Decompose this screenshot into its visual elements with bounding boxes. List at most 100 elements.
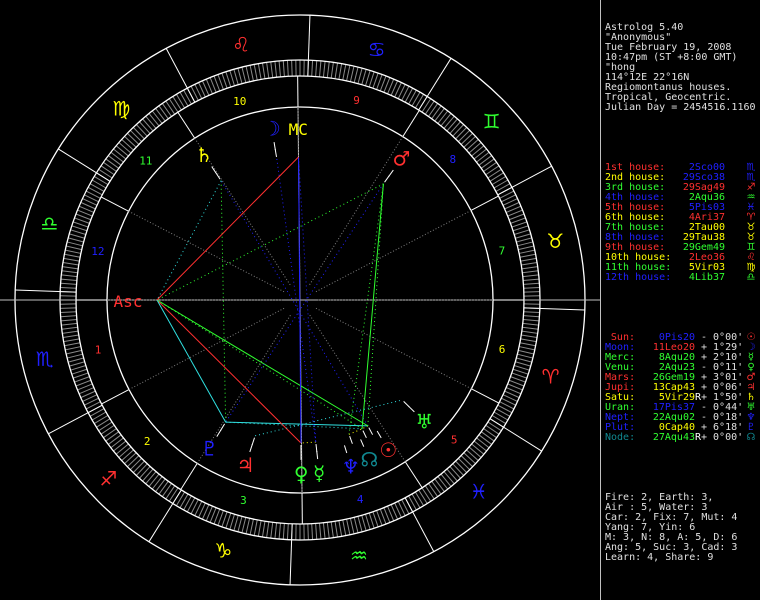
degree-tick	[511, 221, 528, 228]
aspect-line	[348, 183, 384, 435]
degree-tick	[349, 518, 355, 534]
aspect-line	[255, 399, 403, 437]
degree-tick	[349, 66, 355, 82]
degree-tick	[522, 322, 539, 326]
aspect-line	[225, 421, 368, 427]
sign-boundary	[497, 165, 552, 196]
degree-tick	[62, 334, 79, 339]
degree-tick	[522, 326, 539, 330]
degree-tick	[121, 449, 134, 461]
planet-marker	[349, 436, 353, 444]
degree-tick	[483, 161, 497, 172]
degree-tick	[522, 270, 539, 274]
degree-tick	[61, 270, 78, 274]
degree-tick	[458, 129, 471, 142]
planet-marker	[362, 430, 367, 439]
degree-tick	[368, 512, 375, 529]
planet-leader	[388, 169, 394, 177]
degree-tick	[124, 452, 137, 465]
degree-tick	[105, 158, 120, 169]
house-cusp-line	[404, 461, 423, 489]
degree-tick	[257, 520, 262, 537]
degree-tick	[115, 443, 129, 455]
degree-tick	[165, 485, 176, 500]
venus-icon: ♀	[294, 462, 309, 486]
house-cusp-guide	[309, 136, 404, 286]
aspect-line	[156, 183, 384, 301]
degree-tick	[65, 249, 81, 254]
degree-tick	[237, 68, 243, 84]
degree-tick	[473, 148, 487, 160]
degree-tick	[155, 108, 166, 122]
house-number: 4	[357, 493, 364, 506]
degree-tick	[70, 365, 86, 371]
degree-tick	[261, 62, 266, 79]
degree-tick	[421, 98, 432, 113]
degree-tick	[452, 463, 465, 476]
mercury-icon: ☿	[313, 461, 325, 485]
planet-leader	[249, 444, 253, 453]
degree-tick	[165, 100, 176, 115]
degree-tick	[440, 113, 452, 127]
degree-tick	[523, 291, 540, 293]
degree-tick	[418, 489, 428, 504]
degree-tick	[449, 121, 461, 134]
degree-tick	[286, 523, 289, 540]
zodiac-sign-icon: ♐	[99, 467, 117, 491]
degree-tick	[517, 241, 533, 247]
degree-tick	[245, 518, 251, 534]
degree-tick	[319, 523, 322, 540]
degree-tick	[63, 338, 80, 343]
degree-tick	[129, 458, 142, 471]
chart-header: Astrolog 5.40 "Anonymous" Tue February 19,…	[605, 23, 760, 113]
degree-tick	[476, 151, 490, 163]
degree-tick	[440, 473, 452, 487]
aspect-line	[225, 183, 384, 423]
degree-tick	[521, 330, 538, 334]
degree-tick	[322, 522, 326, 539]
degree-tick	[61, 274, 78, 278]
degree-tick	[512, 225, 529, 232]
mars-icon: ♂	[393, 147, 411, 171]
degree-tick	[60, 319, 77, 322]
degree-tick	[233, 69, 239, 85]
degree-tick	[516, 237, 532, 243]
aspect-line	[156, 299, 363, 430]
degree-tick	[118, 446, 132, 458]
degree-tick	[521, 261, 538, 266]
degree-tick	[282, 523, 285, 540]
degree-tick	[338, 520, 343, 537]
degree-tick	[514, 229, 530, 235]
degree-tick	[523, 286, 540, 289]
degree-tick	[411, 493, 421, 509]
planet-position-list: Sun: 0Pis20- 0°00' ☉ Moon: 11Leo20 + 1°29' ☽ Me…	[605, 333, 760, 443]
degree-tick	[434, 108, 445, 122]
degree-tick	[437, 110, 449, 124]
aspect-line	[156, 299, 369, 427]
degree-tick	[64, 342, 81, 347]
degree-tick	[493, 411, 509, 421]
zodiac-sign-icon: ♑	[214, 539, 232, 563]
degree-tick	[183, 495, 192, 511]
degree-tick	[233, 515, 239, 531]
degree-tick	[516, 357, 532, 363]
element-stats: Fire: 2, Earth: 3, Air : 5, Water: 3 Car: …	[605, 493, 760, 563]
degree-tick	[326, 522, 330, 539]
degree-tick	[274, 61, 278, 78]
zodiac-sign-icon: ♎	[40, 211, 58, 235]
degree-tick	[132, 460, 145, 473]
house-cusp-line	[180, 463, 198, 490]
degree-tick	[168, 487, 179, 502]
degree-tick	[458, 458, 471, 471]
degree-tick	[124, 135, 137, 148]
degree-tick	[334, 62, 339, 79]
degree-tick	[466, 449, 479, 461]
degree-tick	[139, 466, 151, 479]
degree-tick	[408, 495, 417, 511]
degree-tick	[175, 491, 186, 506]
degree-tick	[274, 522, 278, 539]
zodiac-sign-icon: ♊	[483, 109, 501, 133]
degree-tick	[522, 274, 539, 278]
planet-marker	[315, 444, 318, 453]
degree-tick	[237, 516, 243, 532]
